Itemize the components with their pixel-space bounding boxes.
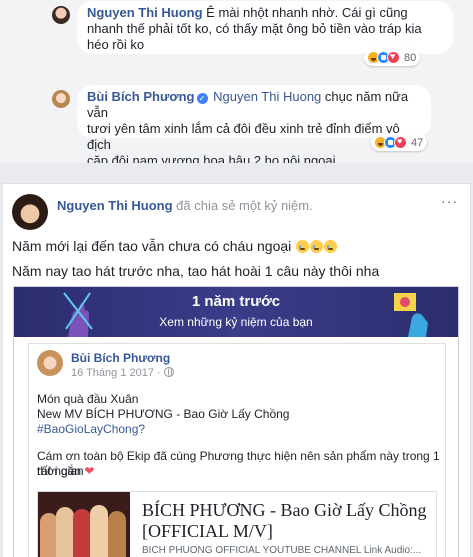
shared-post-date[interactable]: 16 Tháng 1 2017 · — [71, 367, 174, 380]
crying-emoji-icon — [310, 240, 324, 253]
link-title[interactable]: BÍCH PHƯƠNG - Bao Giờ Lấy Chồng [OFFICIA… — [142, 500, 426, 542]
photo-hand-illustration-icon — [394, 293, 428, 337]
shared-post: Bùi Bích Phương 16 Tháng 1 2017 · Món qu… — [28, 343, 446, 557]
comment-text: Ê mài nhột nhanh nhờ. Cái gì cũng — [206, 5, 408, 20]
shared-post-text-line: rất ngắn — [37, 464, 82, 478]
comment-bubble: Nguyen Thi Huong Ê mài nhột nhanh nhờ. C… — [77, 1, 453, 54]
reaction-count: 80 — [404, 51, 417, 64]
comment-author[interactable]: Nguyen Thi Huong — [87, 5, 203, 20]
post-text: Năm nay tao hát trước nha, tao hát hoài … — [12, 263, 380, 279]
divider — [0, 163, 473, 183]
post-text: Năm mới lại đến tao vẫn chưa có cháu ngo… — [12, 237, 338, 255]
shared-post-text: Món quà đầu Xuân — [37, 392, 139, 406]
reaction-count: 47 — [411, 136, 424, 149]
verified-badge-icon: ✓ — [196, 93, 208, 104]
shared-post-text: New MV BÍCH PHƯƠNG - Bao Giờ Lấy Chồng — [37, 407, 290, 421]
shared-post-author[interactable]: Bùi Bích Phương — [71, 351, 170, 365]
post-author[interactable]: Nguyen Thi Huong — [57, 198, 173, 213]
love-react-icon — [387, 51, 400, 64]
date-text: 16 Tháng 1 2017 · — [71, 367, 161, 379]
comment-text: tươi yên tâm xinh lắm cả đôi đều xinh tr… — [87, 121, 400, 152]
link-title-line: [OFFICIAL M/V] — [142, 521, 273, 541]
reactions-summary[interactable]: 80 — [364, 48, 421, 66]
hashtag-link[interactable]: #BaoGioLayChong? — [37, 422, 145, 437]
crying-emoji-icon — [296, 240, 310, 253]
link-preview[interactable]: BÍCH PHƯƠNG - Bao Giờ Lấy Chồng [OFFICIA… — [37, 491, 437, 557]
reactions-summary[interactable]: 47 — [371, 133, 428, 151]
avatar[interactable] — [52, 90, 70, 108]
comment-bubble: Bùi Bích Phương ✓ Nguyen Thi Huong chục n… — [77, 85, 431, 168]
memory-post: Nguyen Thi Huong đã chia sẻ một kỷ niệm.… — [2, 183, 471, 557]
avatar[interactable] — [52, 6, 70, 24]
post-header: Nguyen Thi Huong đã chia sẻ một kỷ niệm. — [57, 197, 313, 214]
link-description: BICH PHUONG OFFICIAL YOUTUBE CHANNEL Lin… — [142, 545, 422, 556]
comment-text: nhanh thế phải tốt ko, có thấy mặt ông b… — [87, 21, 422, 36]
memory-card: 1 năm trước Xem những kỷ niệm của bạn Bù… — [13, 286, 459, 557]
post-text-line: Năm mới lại đến tao vẫn chưa có cháu ngo… — [12, 238, 292, 254]
love-react-icon — [394, 136, 407, 149]
shared-post-text: Cám ơn toàn bộ Ekip đã cùng Phương thực … — [37, 449, 440, 478]
memory-banner[interactable]: 1 năm trước Xem những kỷ niệm của bạn — [14, 287, 458, 337]
avatar[interactable] — [37, 350, 63, 376]
comment-author[interactable]: Bùi Bích Phương — [87, 89, 195, 104]
globe-icon — [163, 367, 174, 377]
heart-emoji-icon: ❤ — [84, 464, 95, 478]
shared-post-text: rất ngắn ❤ — [37, 464, 94, 479]
avatar[interactable] — [12, 194, 48, 230]
crying-emoji-icon — [324, 240, 338, 253]
link-title-line: BÍCH PHƯƠNG - Bao Giờ Lấy Chồng — [142, 500, 427, 520]
tagged-user-link[interactable]: Nguyen Thi Huong — [213, 89, 321, 104]
video-thumbnail[interactable] — [38, 492, 130, 557]
more-options-icon[interactable]: ··· — [441, 193, 458, 209]
comments-panel: Nguyen Thi Huong Ê mài nhột nhanh nhờ. C… — [0, 0, 473, 168]
post-action-text: đã chia sẻ một kỷ niệm. — [176, 198, 313, 213]
